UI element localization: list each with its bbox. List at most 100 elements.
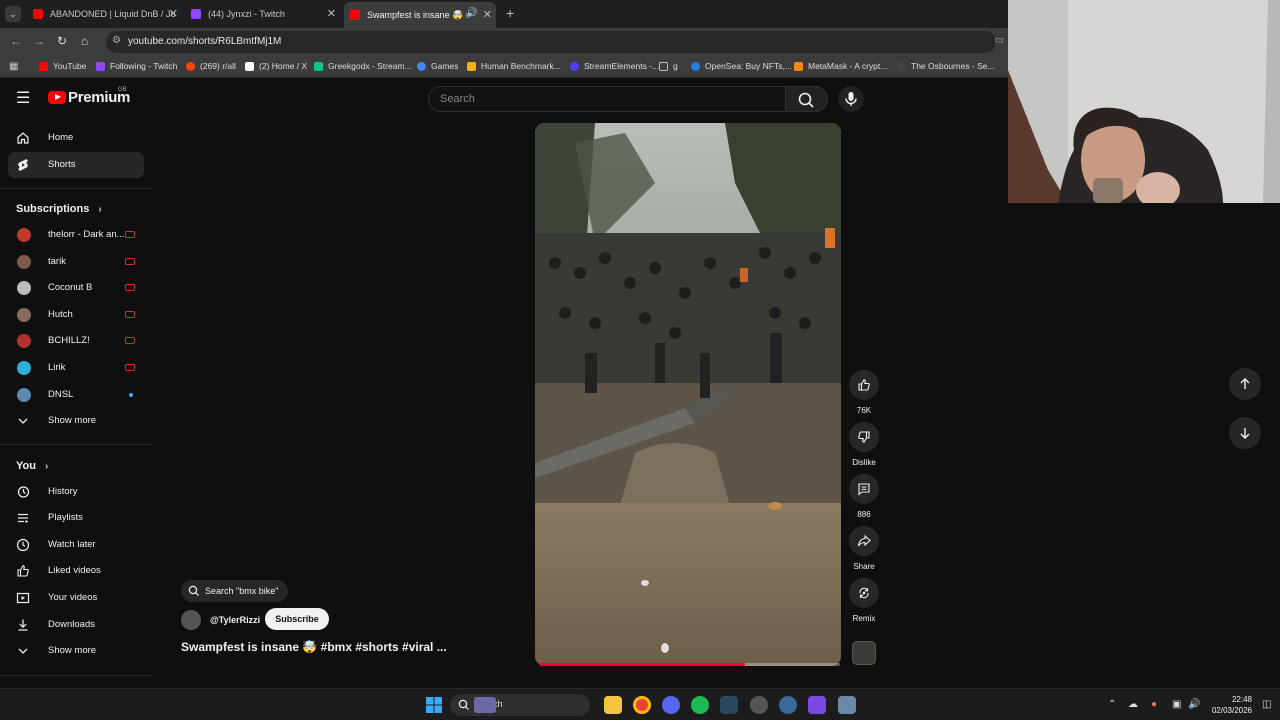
sidebar-item-liked-videos[interactable]: Liked videos bbox=[8, 558, 144, 584]
home-icon bbox=[17, 132, 29, 144]
channel-info[interactable]: @TylerRizzi bbox=[181, 610, 260, 630]
like-action: 76K bbox=[849, 370, 879, 415]
back-icon[interactable]: ← bbox=[10, 34, 22, 48]
network-icon[interactable]: ▣ bbox=[1172, 699, 1181, 710]
subscriptions-heading[interactable]: Subscriptions › bbox=[16, 203, 102, 215]
sidebar-you-show-more[interactable]: Show more bbox=[8, 638, 144, 664]
microphone-icon[interactable]: ● bbox=[1151, 699, 1157, 710]
bookmark[interactable]: (2) Home / X bbox=[245, 61, 307, 71]
cloud-icon[interactable]: ☁ bbox=[1128, 699, 1138, 710]
sidebar-item-shorts[interactable]: Shorts bbox=[8, 152, 144, 178]
sound-thumbnail[interactable] bbox=[852, 641, 876, 665]
streamsite-favicon-icon bbox=[314, 61, 323, 71]
bookmark-label: YouTube bbox=[53, 61, 87, 71]
sidebar-item-subscription[interactable]: tarik bbox=[8, 249, 144, 275]
shield-icon[interactable] bbox=[838, 696, 856, 714]
like-button[interactable] bbox=[849, 370, 879, 400]
sidebar-item-your-videos[interactable]: Your videos bbox=[8, 585, 144, 611]
sidebar-show-more[interactable]: Show more bbox=[8, 408, 144, 434]
notifications-icon[interactable]: ◫ bbox=[1262, 699, 1271, 710]
menu-icon[interactable]: ☰ bbox=[16, 91, 30, 107]
cast-icon[interactable]: ▭ bbox=[995, 35, 1004, 46]
webcam-overlay bbox=[1008, 0, 1280, 203]
file-explorer-icon[interactable] bbox=[604, 696, 622, 714]
new-tab-icon[interactable]: + bbox=[506, 5, 514, 21]
your-videos-icon bbox=[16, 592, 30, 604]
sidebar-item-subscription[interactable]: BCHILLZ! bbox=[8, 328, 144, 354]
short-video-player[interactable] bbox=[535, 123, 841, 666]
bookmarks-bar: ▦ YouTube Following - Twitch (269) r/all… bbox=[0, 56, 1008, 78]
bookmark-folder[interactable]: g bbox=[659, 61, 678, 71]
tab-search-button[interactable]: ⌄ bbox=[5, 6, 21, 22]
playlists-icon bbox=[18, 513, 29, 523]
you-heading[interactable]: You › bbox=[16, 460, 48, 472]
app-icon[interactable] bbox=[779, 696, 797, 714]
sidebar-item-playlists[interactable]: Playlists bbox=[8, 505, 144, 531]
volume-icon[interactable]: 🔊 bbox=[1188, 699, 1200, 710]
related-search-chip[interactable]: Search "bmx bike" bbox=[181, 580, 289, 602]
share-button[interactable] bbox=[849, 526, 879, 556]
close-tab-icon[interactable]: ✕ bbox=[169, 7, 178, 20]
sidebar: Home Shorts Subscriptions › thelorr - Da… bbox=[0, 120, 153, 680]
reload-icon[interactable]: ↻ bbox=[57, 34, 67, 48]
tab-title: Swampfest is insane 🤯 #b bbox=[367, 9, 467, 20]
site-info-icon[interactable]: ⚙ bbox=[112, 35, 121, 46]
app-icon[interactable] bbox=[750, 696, 768, 714]
chevron-up-icon[interactable]: ⌃ bbox=[1108, 699, 1116, 710]
bookmark[interactable]: (269) r/all bbox=[186, 61, 236, 71]
next-short-button[interactable] bbox=[1229, 417, 1261, 449]
bookmark[interactable]: Greekgodx - Stream... bbox=[314, 61, 412, 71]
dislike-button[interactable] bbox=[849, 422, 879, 452]
search-button[interactable] bbox=[786, 86, 828, 112]
short-title[interactable]: Swampfest is insane 🤯 #bmx #shorts #vira… bbox=[181, 640, 447, 654]
spotify-icon[interactable] bbox=[691, 696, 709, 714]
bookmark[interactable]: Human Benchmark... bbox=[467, 61, 561, 71]
remix-button[interactable] bbox=[849, 578, 879, 608]
steam-icon[interactable] bbox=[720, 696, 738, 714]
sidebar-item-subscription[interactable]: Coconut B bbox=[8, 275, 144, 301]
sidebar-item-subscription[interactable]: Hutch bbox=[8, 302, 144, 328]
bookmark[interactable]: Following - Twitch bbox=[96, 61, 177, 71]
sidebar-item-subscription[interactable]: thelorr - Dark an... bbox=[8, 222, 144, 248]
forward-icon[interactable]: → bbox=[33, 34, 45, 48]
browser-tab-active[interactable]: Swampfest is insane 🤯 #b 🔊 ✕ bbox=[344, 2, 496, 28]
browser-tab[interactable]: (44) Jynxzi - Twitch ✕ bbox=[191, 4, 336, 24]
chrome-icon[interactable] bbox=[633, 696, 651, 714]
sidebar-item-watch-later[interactable]: Watch later bbox=[8, 532, 144, 558]
sidebar-item-home[interactable]: Home bbox=[8, 125, 144, 151]
video-progress-track[interactable] bbox=[745, 663, 840, 666]
sidebar-item-downloads[interactable]: Downloads bbox=[8, 612, 144, 638]
bookmark[interactable]: Games bbox=[417, 61, 458, 71]
bookmark-label: MetaMask - A crypt... bbox=[808, 61, 888, 71]
home-browser-icon[interactable]: ⌂ bbox=[81, 34, 88, 48]
subscribe-button[interactable]: Subscribe bbox=[265, 608, 329, 630]
browser-tab[interactable]: ABANDONED | Liquid DnB / Ju ✕ bbox=[33, 4, 178, 24]
bookmark[interactable]: MetaMask - A crypt... bbox=[794, 61, 887, 71]
youtube-premium-logo[interactable]: Premium GB bbox=[48, 87, 130, 106]
close-tab-icon[interactable]: ✕ bbox=[483, 8, 492, 21]
bookmark[interactable]: The Osbournes - Se... bbox=[897, 61, 995, 71]
voice-search-button[interactable] bbox=[838, 86, 864, 112]
previous-short-button[interactable] bbox=[1229, 368, 1261, 400]
search-icon bbox=[458, 699, 469, 710]
share-label: Share bbox=[853, 562, 875, 571]
apps-grid-icon[interactable]: ▦ bbox=[9, 61, 18, 72]
system-clock[interactable]: 22:48 02/03/2026 bbox=[1206, 694, 1252, 716]
bookmark[interactable]: StreamElements -... bbox=[570, 61, 659, 71]
sidebar-item-subscription[interactable]: Lirik bbox=[8, 355, 144, 381]
windows-start-icon[interactable] bbox=[425, 696, 443, 714]
discord-icon[interactable] bbox=[662, 696, 680, 714]
app-grid-icon[interactable] bbox=[808, 696, 826, 714]
sidebar-item-subscription[interactable]: DNSL bbox=[8, 382, 144, 408]
taskbar-search[interactable]: Search bbox=[450, 694, 590, 716]
bookmark[interactable]: OpenSea: Buy NFTs,... bbox=[691, 61, 792, 71]
twitch-favicon-icon bbox=[96, 61, 105, 71]
comments-button[interactable] bbox=[849, 474, 879, 504]
close-tab-icon[interactable]: ✕ bbox=[327, 7, 336, 20]
search-input[interactable]: Search bbox=[428, 86, 786, 112]
bookmark[interactable]: YouTube bbox=[39, 61, 86, 71]
address-bar[interactable]: ⚙ youtube.com/shorts/R6LBmtfMj1M ▭ bbox=[106, 31, 1004, 53]
sidebar-item-history[interactable]: History bbox=[8, 479, 144, 505]
video-progress-bar[interactable] bbox=[540, 663, 745, 666]
audio-playing-icon[interactable]: 🔊 bbox=[466, 8, 478, 19]
